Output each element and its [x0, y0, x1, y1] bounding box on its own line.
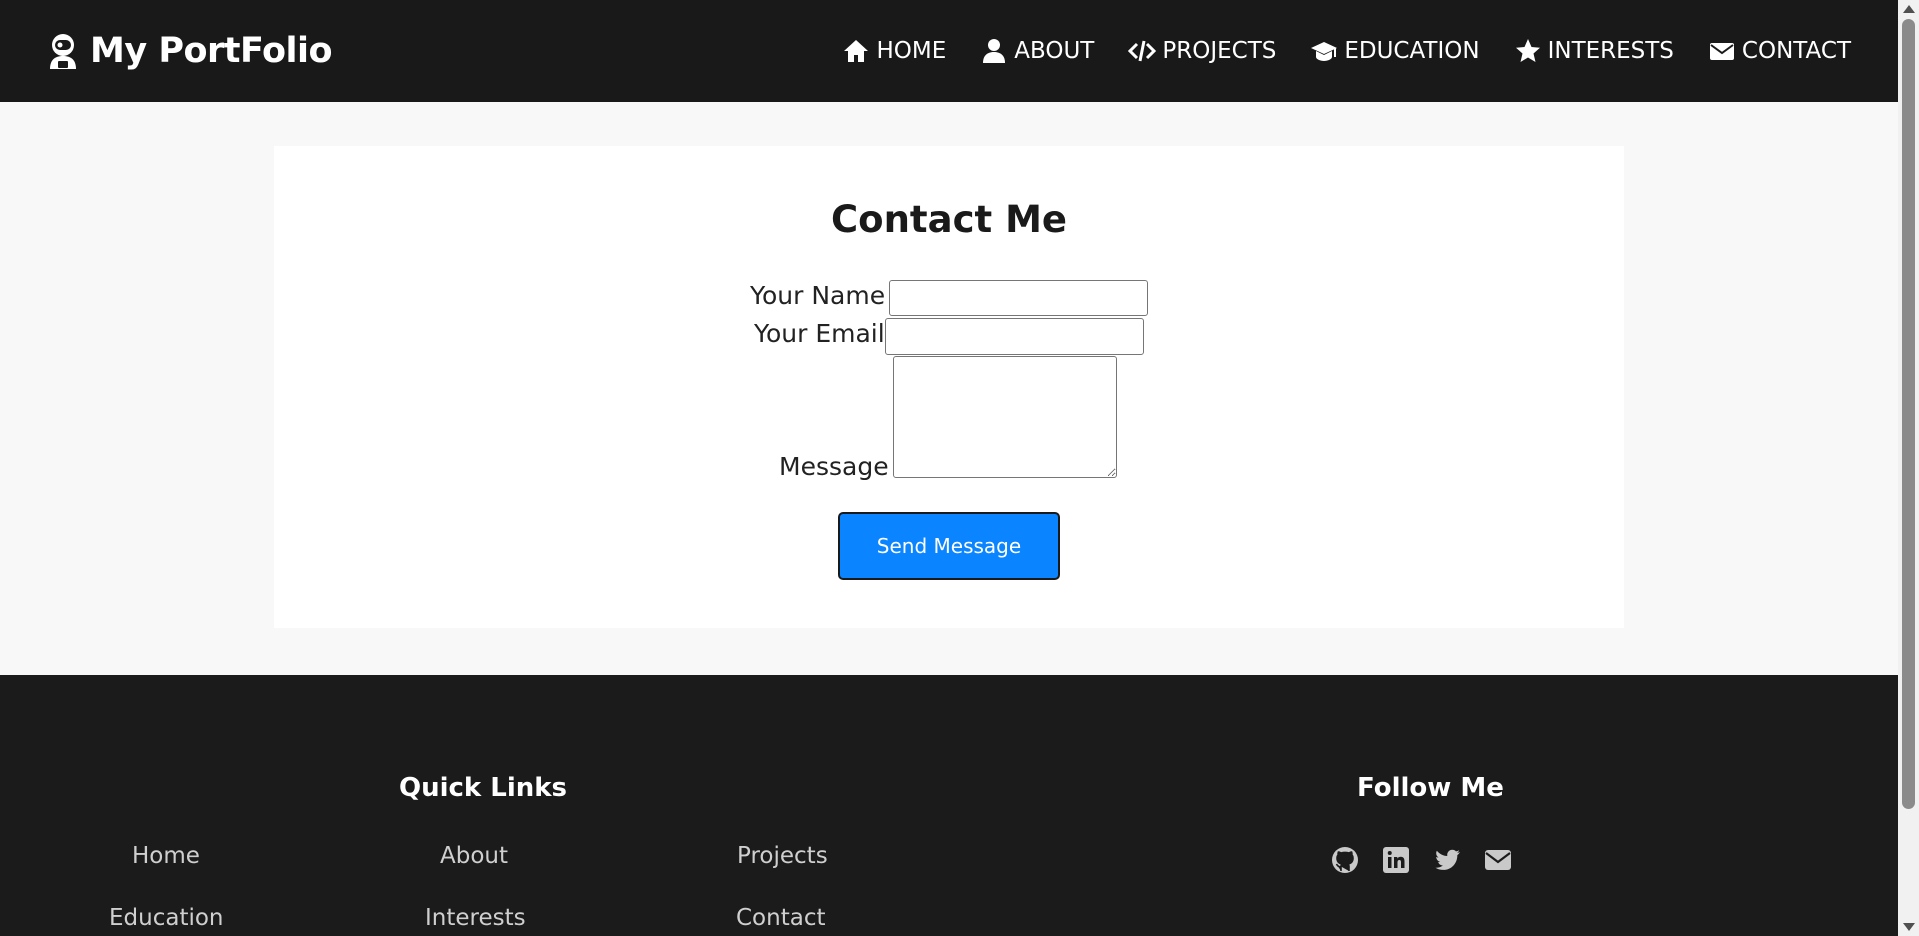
main-content: Contact Me Your Name Your Email Message …: [0, 102, 1898, 675]
vertical-scrollbar[interactable]: [1898, 0, 1919, 936]
linkedin-link[interactable]: [1381, 845, 1411, 875]
footer-link-home[interactable]: Home: [132, 843, 200, 869]
brand[interactable]: My PortFolio: [46, 31, 333, 71]
footer-link-projects[interactable]: Projects: [737, 843, 828, 869]
footer-link-about[interactable]: About: [440, 843, 508, 869]
nav-contact[interactable]: CONTACT: [1708, 37, 1851, 65]
contact-title: Contact Me: [831, 198, 1067, 241]
email-label: Your Email: [754, 319, 885, 348]
nav-interests-label: INTERESTS: [1547, 38, 1674, 64]
nav-projects-label: PROJECTS: [1162, 38, 1277, 64]
scroll-up-arrow[interactable]: [1903, 5, 1915, 13]
name-label: Your Name: [750, 281, 886, 310]
quick-links-heading: Quick Links: [399, 773, 568, 803]
contact-card: Contact Me Your Name Your Email Message …: [274, 146, 1624, 628]
navbar: My PortFolio HOME ABOUT PROJECTS EDUCATI…: [0, 0, 1898, 102]
follow-me-heading: Follow Me: [1357, 773, 1504, 803]
nav-education[interactable]: EDUCATION: [1310, 37, 1480, 65]
nav-projects[interactable]: PROJECTS: [1128, 37, 1276, 65]
footer-link-contact[interactable]: Contact: [736, 905, 825, 931]
name-input[interactable]: [889, 280, 1148, 316]
envelope-icon: [1709, 43, 1734, 60]
email-input[interactable]: [885, 318, 1144, 355]
message-label: Message: [779, 452, 889, 481]
send-message-button[interactable]: Send Message: [838, 512, 1060, 580]
nav-about[interactable]: ABOUT: [980, 37, 1094, 65]
astronaut-icon: [50, 34, 76, 69]
user-icon: [983, 39, 1006, 63]
brand-title: My PortFolio: [90, 31, 333, 71]
star-icon: [1515, 39, 1540, 62]
github-icon: [1332, 847, 1358, 873]
github-link[interactable]: [1330, 845, 1360, 875]
email-link[interactable]: [1483, 845, 1513, 875]
home-icon: [844, 40, 869, 62]
scroll-thumb[interactable]: [1902, 19, 1915, 809]
twitter-link[interactable]: [1432, 845, 1462, 875]
footer-link-interests[interactable]: Interests: [425, 905, 526, 931]
linkedin-icon: [1383, 847, 1409, 873]
nav-contact-label: CONTACT: [1741, 38, 1851, 64]
nav-home[interactable]: HOME: [842, 37, 946, 65]
nav-education-label: EDUCATION: [1344, 38, 1480, 64]
message-textarea[interactable]: [893, 356, 1117, 478]
code-icon: [1128, 40, 1157, 62]
main-nav: HOME ABOUT PROJECTS EDUCATION INTERESTS …: [842, 37, 1851, 65]
scroll-down-arrow[interactable]: [1903, 923, 1915, 931]
nav-home-label: HOME: [876, 38, 947, 64]
social-links: [1330, 845, 1513, 875]
envelope-icon: [1485, 850, 1511, 870]
graduation-cap-icon: [1311, 42, 1338, 61]
twitter-icon: [1435, 849, 1460, 870]
nav-interests[interactable]: INTERESTS: [1514, 37, 1674, 65]
footer-link-education[interactable]: Education: [109, 905, 224, 931]
nav-about-label: ABOUT: [1014, 38, 1095, 64]
page: My PortFolio HOME ABOUT PROJECTS EDUCATI…: [0, 0, 1898, 936]
footer: Quick Links Home About Projects Educatio…: [0, 675, 1898, 936]
